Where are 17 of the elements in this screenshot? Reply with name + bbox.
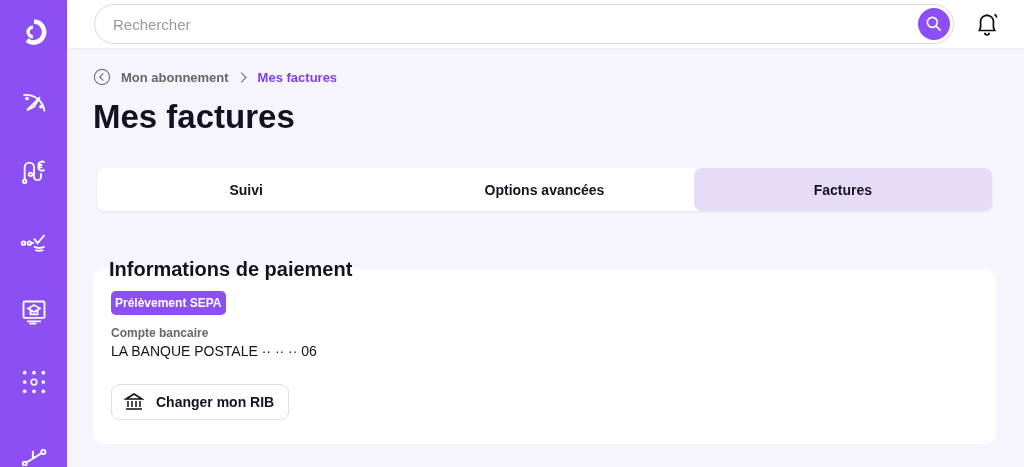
page-title: Mes factures: [93, 98, 296, 136]
change-rib-button[interactable]: Changer mon RIB: [111, 384, 290, 420]
search-icon: [924, 14, 944, 34]
account-label: Compte bancaire: [111, 326, 209, 340]
section-heading: Informations de paiement: [109, 258, 354, 281]
breadcrumb-link[interactable]: Mes factures: [257, 69, 338, 85]
account-value: LA BANQUE POSTALE ·· ·· ·· 06: [111, 343, 317, 359]
search-field[interactable]: Rechercher: [94, 4, 954, 44]
bank-icon: [124, 392, 144, 412]
breadcrumb-link[interactable]: Mon abonnement: [121, 69, 229, 85]
euro-path-icon[interactable]: [19, 158, 48, 186]
payment-method-badge: Prélèvement SEPA: [111, 291, 226, 315]
search-input[interactable]: Rechercher: [111, 14, 918, 34]
back-icon[interactable]: [93, 68, 111, 86]
search-button[interactable]: [918, 8, 950, 40]
chevron-icon: [238, 70, 248, 84]
tab[interactable]: Factures: [693, 168, 992, 211]
